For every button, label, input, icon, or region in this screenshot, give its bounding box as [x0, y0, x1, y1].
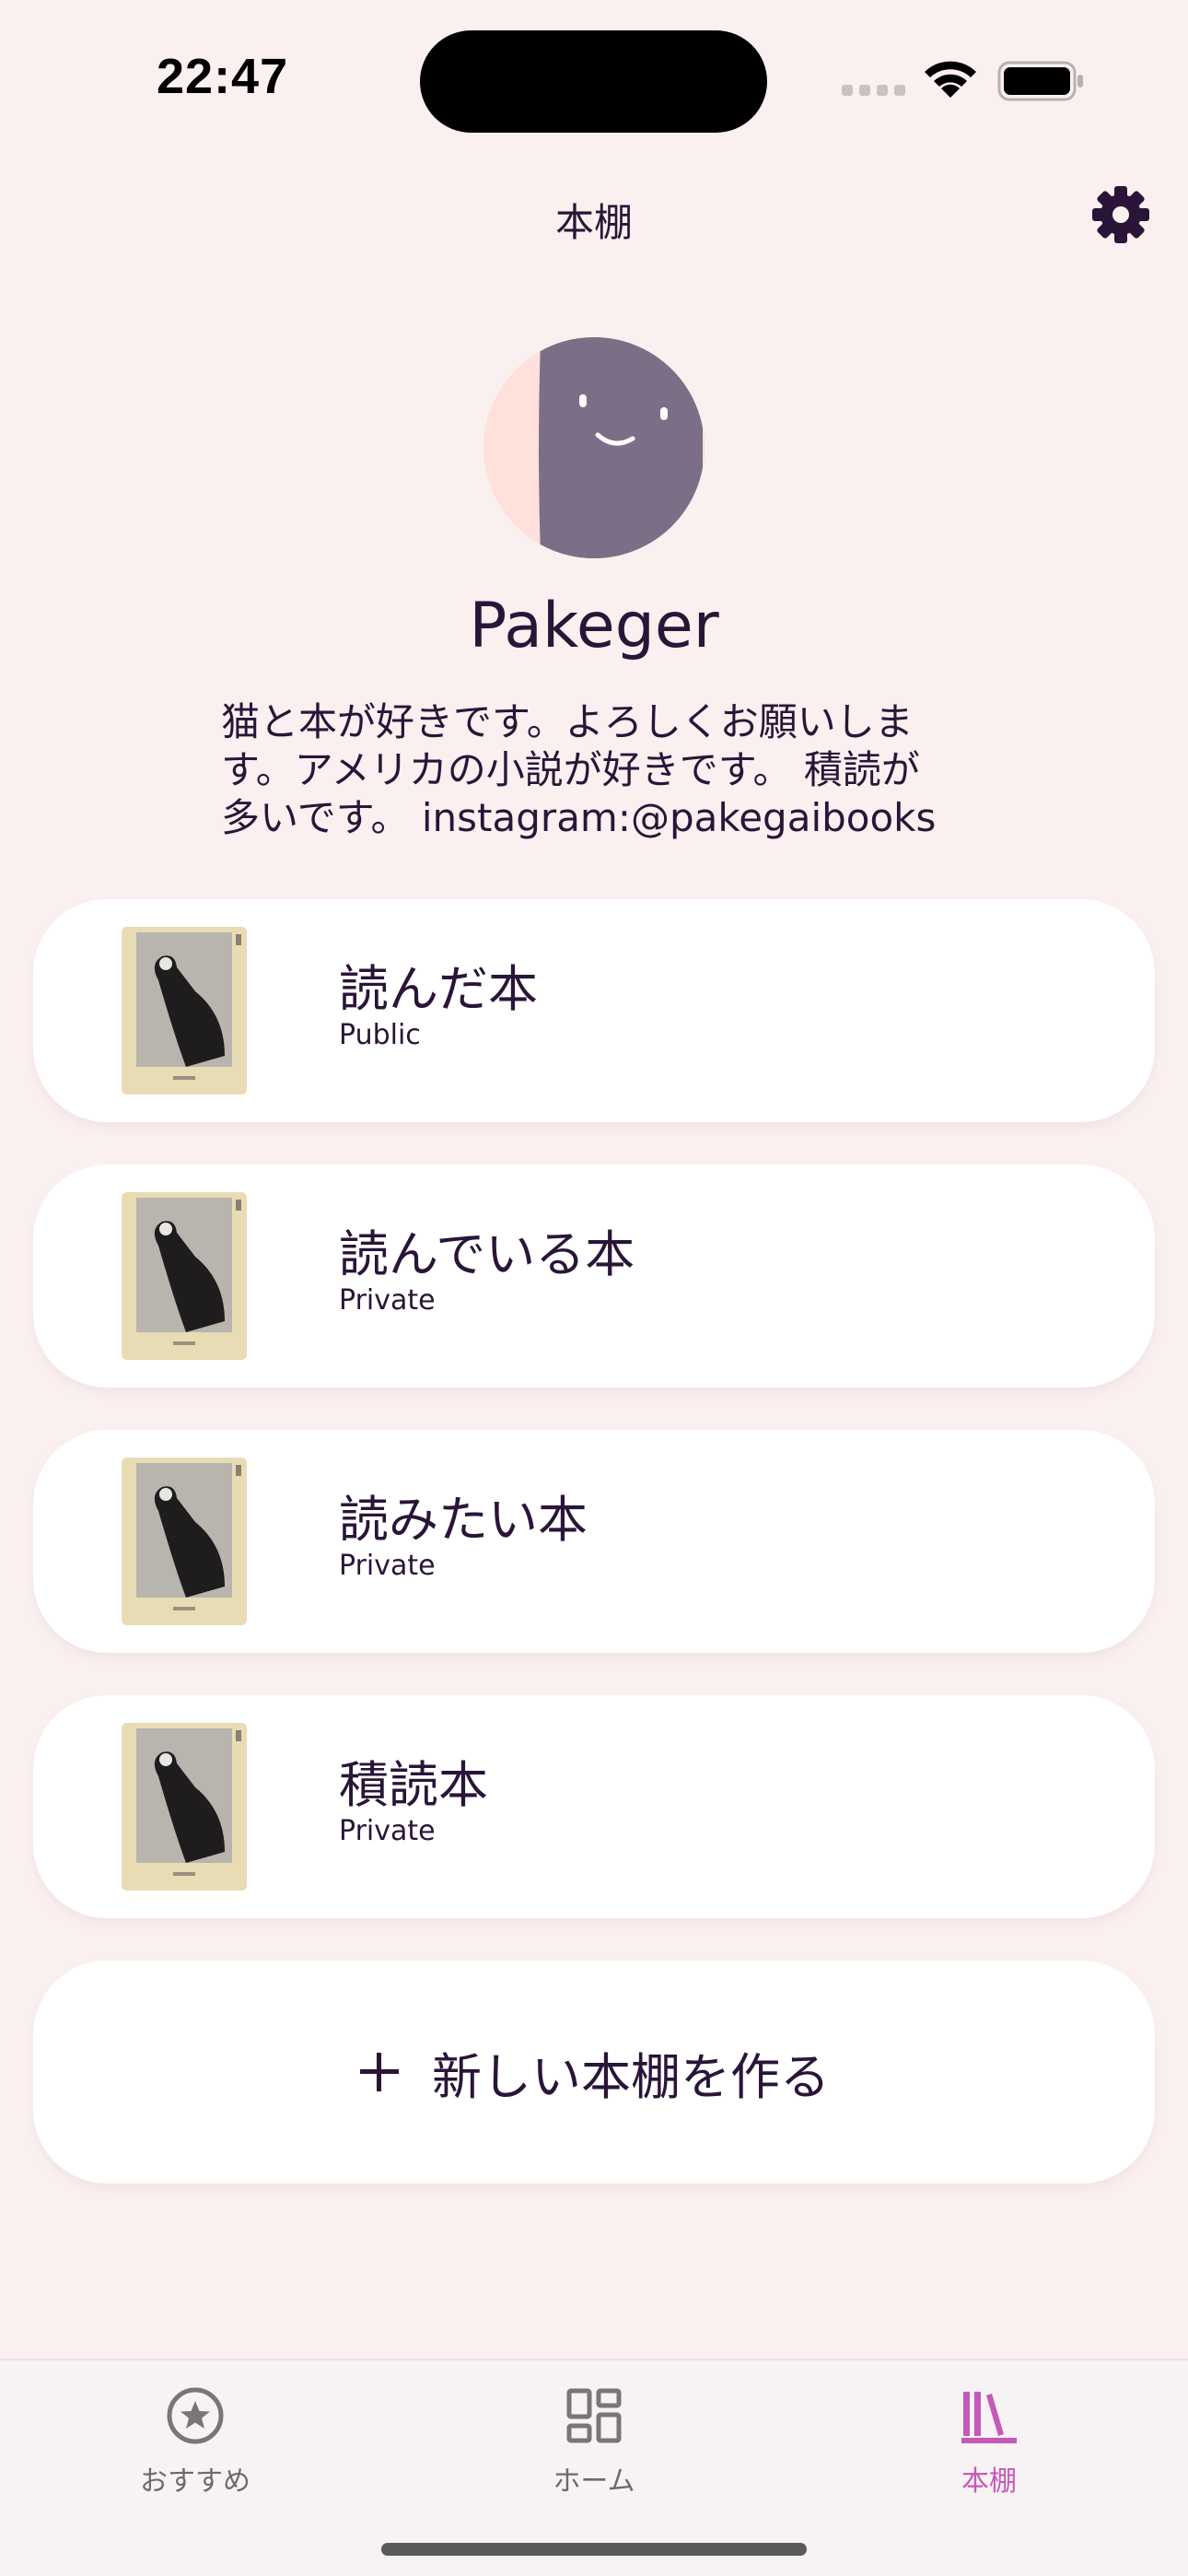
shelf-visibility: Private	[339, 1815, 436, 1847]
shelf-title: 読みたい本	[339, 1491, 588, 1549]
home-indicator	[381, 2543, 807, 2556]
book-cover-thumbnail	[122, 1723, 247, 1891]
tab-home[interactable]: ホーム	[483, 2383, 705, 2499]
book-cover-thumbnail	[122, 1192, 247, 1360]
profile-bio: 猫と本が好きです。よろしくお願いしま す。アメリカの小説が好きです。 積読が 多…	[221, 698, 976, 842]
bio-line: 多いです。 instagram:@pakegaibooks	[221, 795, 937, 840]
shelf-title: 積読本	[339, 1756, 488, 1814]
page-title: 本棚	[554, 200, 633, 245]
bookshelf-screen: 22:47 本棚 Pakeger 猫と本が好きです。よろしくお願いしま す。アメ…	[0, 0, 1188, 2576]
create-shelf-label: 新しい本棚を作る	[432, 2047, 830, 2106]
book-cover-thumbnail	[122, 1458, 247, 1625]
star-circle-icon	[167, 2387, 224, 2444]
cellular-signal-icon	[842, 85, 906, 98]
avatar-face-icon	[483, 337, 705, 558]
bio-line: 猫と本が好きです。よろしくお願いしま	[221, 699, 914, 744]
tab-label: 本棚	[961, 2465, 1017, 2498]
shelf-card-read[interactable]: 読んだ本 Public	[33, 899, 1155, 1122]
grid-icon	[566, 2388, 622, 2443]
settings-gear-icon[interactable]	[1090, 184, 1151, 245]
user-name: Pakeger	[469, 590, 719, 662]
book-cover-thumbnail	[122, 927, 247, 1095]
dynamic-island	[420, 30, 767, 133]
battery-icon	[997, 61, 1083, 101]
plus-icon	[360, 2053, 399, 2091]
avatar[interactable]	[483, 337, 705, 558]
create-shelf-button[interactable]: 新しい本棚を作る	[33, 1961, 1155, 2184]
tab-recommended[interactable]: おすすめ	[85, 2383, 306, 2499]
shelf-card-tsundoku[interactable]: 積読本 Private	[33, 1695, 1155, 1918]
tab-label: ホーム	[553, 2465, 635, 2498]
shelf-visibility: Private	[339, 1550, 436, 1582]
tab-bookshelf[interactable]: 本棚	[879, 2383, 1100, 2499]
shelf-visibility: Private	[339, 1284, 436, 1317]
shelf-visibility: Public	[339, 1019, 421, 1051]
bio-line: す。アメリカの小説が好きです。 積読が	[221, 747, 920, 792]
shelf-card-want-to-read[interactable]: 読みたい本 Private	[33, 1430, 1155, 1653]
bookshelf-icon	[961, 2392, 1017, 2443]
tab-label: おすすめ	[140, 2465, 250, 2498]
shelf-title: 読んでいる本	[339, 1225, 635, 1283]
shelf-card-reading[interactable]: 読んでいる本 Private	[33, 1165, 1155, 1388]
shelf-title: 読んだ本	[339, 960, 538, 1018]
wifi-icon	[925, 61, 976, 98]
status-time: 22:47	[157, 49, 289, 104]
